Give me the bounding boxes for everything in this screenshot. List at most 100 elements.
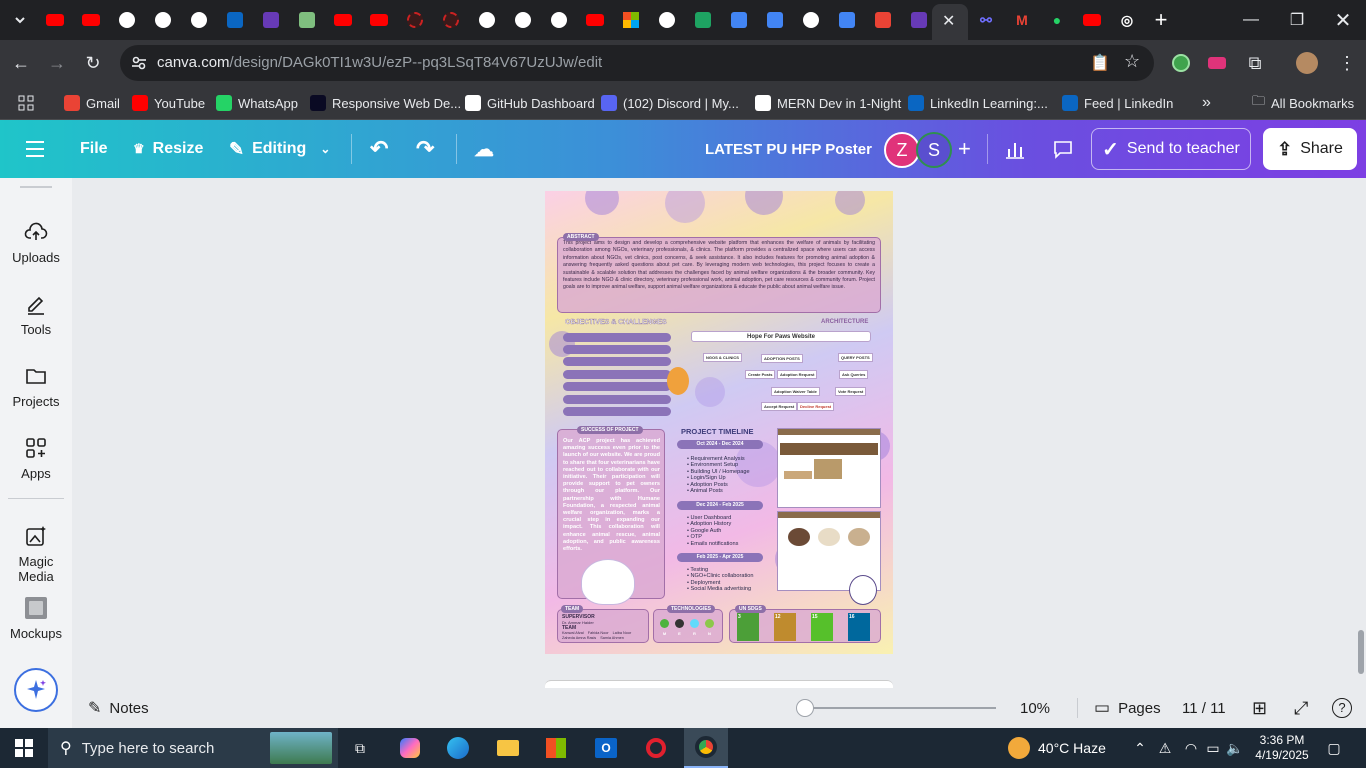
all-bookmarks-folder[interactable]: 🗀 All Bookmarks: [1252, 92, 1354, 114]
redo-icon[interactable]: ↷: [416, 120, 434, 178]
tab-favicon-chatgpt-icon[interactable]: [797, 6, 825, 34]
help-icon[interactable]: ?: [1332, 688, 1352, 728]
outlook-icon[interactable]: O: [592, 728, 620, 768]
back-icon[interactable]: ←: [6, 48, 36, 78]
clipboard-icon[interactable]: 📋: [1090, 53, 1110, 73]
volume-icon[interactable]: 🔈: [1224, 728, 1246, 768]
share-button[interactable]: ⇪ Share: [1263, 128, 1357, 170]
windows-start-icon[interactable]: [0, 728, 48, 768]
tab-favicon-github-icon[interactable]: [473, 6, 501, 34]
sidebar-item-magic-media[interactable]: Magic Media: [0, 524, 72, 584]
editing-mode-button[interactable]: ✎ Editing ⌄: [229, 120, 330, 178]
sidebar-item-uploads[interactable]: Uploads: [0, 220, 72, 265]
tab-favicon-docs-icon[interactable]: [725, 6, 753, 34]
microsoft-store-icon[interactable]: [542, 728, 570, 768]
bookmark-item[interactable]: Responsive Web De...: [310, 92, 461, 114]
tab-favicon-docs-icon[interactable]: [761, 6, 789, 34]
bookmark-item[interactable]: WhatsApp: [216, 92, 298, 114]
canvas-area[interactable]: This project aims to design and develop …: [72, 178, 1366, 688]
file-menu[interactable]: File: [80, 120, 108, 178]
tab-favicon-whatsapp-icon[interactable]: ●: [1043, 6, 1071, 34]
task-view-icon[interactable]: ⧉: [346, 728, 374, 768]
analytics-icon[interactable]: [995, 120, 1035, 178]
collaborator-avatar[interactable]: S: [916, 132, 952, 168]
comment-icon[interactable]: [1043, 120, 1083, 178]
extension-video-icon[interactable]: [1202, 48, 1232, 78]
window-close-icon[interactable]: ✕: [1320, 0, 1366, 40]
bookmarks-overflow[interactable]: »: [1202, 92, 1211, 114]
sidebar-item-tools[interactable]: Tools: [0, 292, 72, 337]
tab-favicon-youtube-icon[interactable]: [329, 6, 357, 34]
tab-favicon-notes-icon[interactable]: [293, 6, 321, 34]
tab-favicon-record-icon[interactable]: [437, 6, 465, 34]
active-tab[interactable]: ✕: [932, 4, 968, 40]
tab-favicon-sheets-plus-icon[interactable]: [689, 6, 717, 34]
tab-favicon-microsoft-icon[interactable]: [617, 6, 645, 34]
copilot-icon[interactable]: [396, 728, 424, 768]
grid-view-icon[interactable]: ⊞: [1252, 688, 1267, 728]
bookmark-star-icon[interactable]: ☆: [1124, 51, 1140, 72]
tab-favicon-youtube-icon[interactable]: [41, 6, 69, 34]
notifications-icon[interactable]: ▢: [1320, 728, 1348, 768]
edge-icon[interactable]: [444, 728, 472, 768]
tab-favicon-docs-icon[interactable]: [833, 6, 861, 34]
network-warning-icon[interactable]: ⚠: [1154, 728, 1176, 768]
bookmark-item[interactable]: Feed | LinkedIn: [1062, 92, 1173, 114]
magic-assistant-button[interactable]: [14, 668, 58, 712]
tab-favicon-gmail-icon[interactable]: [869, 6, 897, 34]
bookmark-item[interactable]: MERN Dev in 1-Night: [755, 92, 901, 114]
sidebar-item-mockups[interactable]: Mockups: [0, 596, 72, 641]
maximize-icon[interactable]: ❐: [1274, 0, 1320, 40]
tab-favicon-github-icon[interactable]: [545, 6, 573, 34]
fullscreen-icon[interactable]: ⤢: [1294, 688, 1308, 728]
new-tab-button[interactable]: +: [1147, 6, 1175, 34]
tab-favicon-record-icon[interactable]: [401, 6, 429, 34]
bookmark-item[interactable]: LinkedIn Learning:...: [908, 92, 1048, 114]
tab-favicon-forms-icon[interactable]: [257, 6, 285, 34]
tab-favicon-github-icon[interactable]: [185, 6, 213, 34]
resize-button[interactable]: ♛ Resize: [133, 120, 203, 178]
apps-grid-icon[interactable]: [18, 92, 34, 114]
notes-button[interactable]: ✎ Notes: [88, 688, 149, 728]
minimize-icon[interactable]: —: [1228, 0, 1274, 40]
sidebar-item-apps[interactable]: Apps: [0, 436, 72, 481]
zoom-slider-knob[interactable]: [796, 699, 814, 717]
canvas-scrollbar[interactable]: [1358, 630, 1364, 674]
extension-green-icon[interactable]: [1166, 48, 1196, 78]
design-title[interactable]: LATEST PU HFP Poster: [705, 120, 872, 178]
chevron-up-icon[interactable]: ⌃: [1130, 728, 1150, 768]
tab-favicon-gmail-icon[interactable]: M: [1008, 6, 1036, 34]
reload-icon[interactable]: ↻: [78, 48, 108, 78]
file-explorer-icon[interactable]: [494, 728, 522, 768]
taskbar-search-box[interactable]: ⚲ Type here to search: [48, 728, 338, 768]
extensions-puzzle-icon[interactable]: ⧉: [1240, 48, 1270, 78]
next-page-preview[interactable]: [545, 680, 893, 688]
forward-icon[interactable]: →: [42, 48, 72, 78]
tab-favicon-linkedin-icon[interactable]: [221, 6, 249, 34]
bookmark-item[interactable]: (102) Discord | My...: [601, 92, 739, 114]
close-tab-icon[interactable]: ✕: [942, 11, 955, 31]
bookmark-item[interactable]: YouTube: [132, 92, 205, 114]
tab-favicon-github-icon[interactable]: [113, 6, 141, 34]
pages-button[interactable]: ▭ Pages: [1094, 688, 1161, 728]
sidebar-item-projects[interactable]: Projects: [0, 364, 72, 409]
menu-hamburger-icon[interactable]: [24, 120, 46, 178]
tab-favicon-canva-icon[interactable]: ⚯: [972, 6, 1000, 34]
address-bar[interactable]: canva.com/design/DAGk0TI1w3U/ezP--pq3LSq…: [120, 45, 1154, 81]
tab-favicon-github-icon[interactable]: [149, 6, 177, 34]
wifi-icon[interactable]: ◠: [1180, 728, 1202, 768]
undo-icon[interactable]: ↶: [370, 120, 388, 178]
tab-favicon-youtube-icon[interactable]: [365, 6, 393, 34]
tab-search-chevron-icon[interactable]: [6, 6, 34, 34]
cloud-saved-icon[interactable]: ☁: [474, 120, 494, 178]
bookmark-item[interactable]: Gmail: [64, 92, 120, 114]
battery-icon[interactable]: ▭: [1202, 728, 1224, 768]
zoom-level[interactable]: 10%: [1020, 688, 1050, 728]
bookmark-item[interactable]: GitHub Dashboard: [465, 92, 595, 114]
clock[interactable]: 3:36 PM 4/19/2025: [1250, 728, 1314, 768]
weather-widget[interactable]: 40°C Haze: [1008, 728, 1118, 768]
tab-favicon-chrome-icon[interactable]: ◎: [1113, 6, 1141, 34]
tab-favicon-github-icon[interactable]: [509, 6, 537, 34]
tab-favicon-youtube-icon[interactable]: [77, 6, 105, 34]
zoom-slider-track[interactable]: [802, 707, 996, 709]
